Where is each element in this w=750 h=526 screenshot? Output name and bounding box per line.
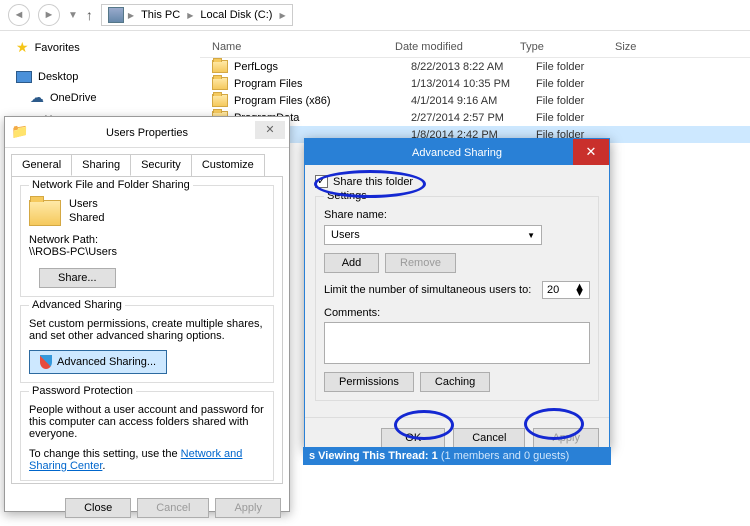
- limit-spinner[interactable]: 20 ▲▼: [542, 281, 590, 299]
- pp-title: Password Protection: [29, 385, 136, 397]
- adv-title: Advanced Sharing: [29, 299, 125, 311]
- nfs-group: Network File and Folder Sharing Users Sh…: [20, 185, 274, 297]
- permissions-button[interactable]: Permissions: [324, 372, 414, 392]
- nfs-folder: Users: [69, 198, 104, 210]
- share-folder-label: Share this folder: [333, 176, 413, 188]
- settings-group: Settings Share name: Users ▼ Add Remove …: [315, 196, 599, 401]
- np-value: \\ROBS-PC\Users: [29, 246, 265, 258]
- pp-change: To change this setting, use the Network …: [29, 448, 265, 472]
- chevron-down-icon: ▼: [527, 231, 535, 240]
- col-date[interactable]: Date modified: [395, 41, 520, 53]
- shield-icon: [40, 355, 52, 369]
- table-row[interactable]: PerfLogs8/22/2013 8:22 AMFile folder: [200, 58, 750, 75]
- tab-customize[interactable]: Customize: [191, 154, 265, 176]
- share-name-label: Share name:: [324, 209, 590, 221]
- properties-tabs: General Sharing Security Customize: [5, 148, 289, 176]
- breadcrumb-item[interactable]: This PC: [138, 8, 183, 22]
- apply-button: Apply: [215, 498, 281, 518]
- caching-button[interactable]: Caching: [420, 372, 490, 392]
- folder-icon: [212, 94, 228, 107]
- forward-button[interactable]: ►: [38, 4, 60, 26]
- table-row[interactable]: Program Files (x86)4/1/2014 9:16 AMFile …: [200, 92, 750, 109]
- col-name[interactable]: Name: [200, 41, 395, 53]
- table-row[interactable]: Program Files1/13/2014 10:35 PMFile fold…: [200, 75, 750, 92]
- nfs-status: Shared: [69, 212, 104, 224]
- close-button[interactable]: Close: [65, 498, 131, 518]
- back-button[interactable]: ◄: [8, 4, 30, 26]
- comments-textarea[interactable]: [324, 322, 590, 364]
- share-folder-checkbox[interactable]: ✓: [315, 175, 328, 188]
- col-type[interactable]: Type: [520, 41, 615, 53]
- limit-label: Limit the number of simultaneous users t…: [324, 284, 531, 296]
- breadcrumb[interactable]: ▶ This PC ▶ Local Disk (C:) ▶: [101, 4, 293, 26]
- favorites-label: Favorites: [35, 42, 80, 54]
- apply-button: Apply: [533, 428, 599, 448]
- spin-down[interactable]: ▼: [574, 290, 585, 296]
- sidebar-onedrive[interactable]: ☁ OneDrive: [8, 86, 192, 109]
- nfs-title: Network File and Folder Sharing: [29, 179, 193, 191]
- folder-icon: [29, 200, 61, 226]
- explorer-toolbar: ◄ ► ▼ ↑ ▶ This PC ▶ Local Disk (C:) ▶: [0, 0, 750, 31]
- star-icon: ★: [16, 39, 29, 56]
- up-button[interactable]: ↑: [86, 7, 93, 23]
- cancel-button: Cancel: [137, 498, 209, 518]
- comments-label: Comments:: [324, 307, 590, 319]
- desktop-icon: [16, 71, 32, 83]
- add-button[interactable]: Add: [324, 253, 379, 273]
- share-button[interactable]: Share...: [39, 268, 116, 288]
- sidebar-desktop[interactable]: Desktop: [8, 68, 192, 86]
- np-label: Network Path:: [29, 234, 265, 246]
- properties-dialog: 📁 Users Properties ✕ General Sharing Sec…: [4, 116, 290, 512]
- pc-icon: [108, 7, 124, 23]
- adv-dialog-title: Advanced Sharing ✕: [305, 139, 609, 165]
- properties-title: 📁 Users Properties ✕: [5, 117, 289, 148]
- history-dropdown[interactable]: ▼: [68, 10, 78, 21]
- folder-icon: 📁: [11, 123, 28, 140]
- folder-icon: [212, 60, 228, 73]
- pp-desc: People without a user account and passwo…: [29, 404, 265, 440]
- favorites-header[interactable]: ★ Favorites: [8, 39, 192, 56]
- cancel-button[interactable]: Cancel: [453, 428, 525, 448]
- adv-group: Advanced Sharing Set custom permissions,…: [20, 305, 274, 383]
- close-button[interactable]: ✕: [255, 121, 285, 139]
- list-header: Name Date modified Type Size: [200, 37, 750, 58]
- remove-button: Remove: [385, 253, 456, 273]
- tab-sharing[interactable]: Sharing: [71, 154, 131, 176]
- settings-title: Settings: [324, 190, 370, 202]
- advanced-sharing-button[interactable]: Advanced Sharing...: [29, 350, 167, 374]
- folder-icon: [212, 77, 228, 90]
- pp-group: Password Protection People without a use…: [20, 391, 274, 481]
- breadcrumb-item[interactable]: Local Disk (C:): [197, 8, 275, 22]
- tab-security[interactable]: Security: [130, 154, 192, 176]
- col-size[interactable]: Size: [615, 41, 675, 53]
- share-name-select[interactable]: Users ▼: [324, 225, 542, 245]
- close-button[interactable]: ✕: [573, 139, 609, 165]
- tab-general[interactable]: General: [11, 154, 72, 176]
- thread-bar: s Viewing This Thread: 1 (1 members and …: [303, 447, 611, 465]
- advanced-sharing-dialog: Advanced Sharing ✕ ✓ Share this folder S…: [304, 138, 610, 448]
- adv-desc: Set custom permissions, create multiple …: [29, 318, 265, 342]
- cloud-icon: ☁: [30, 89, 44, 106]
- ok-button[interactable]: OK: [381, 428, 445, 448]
